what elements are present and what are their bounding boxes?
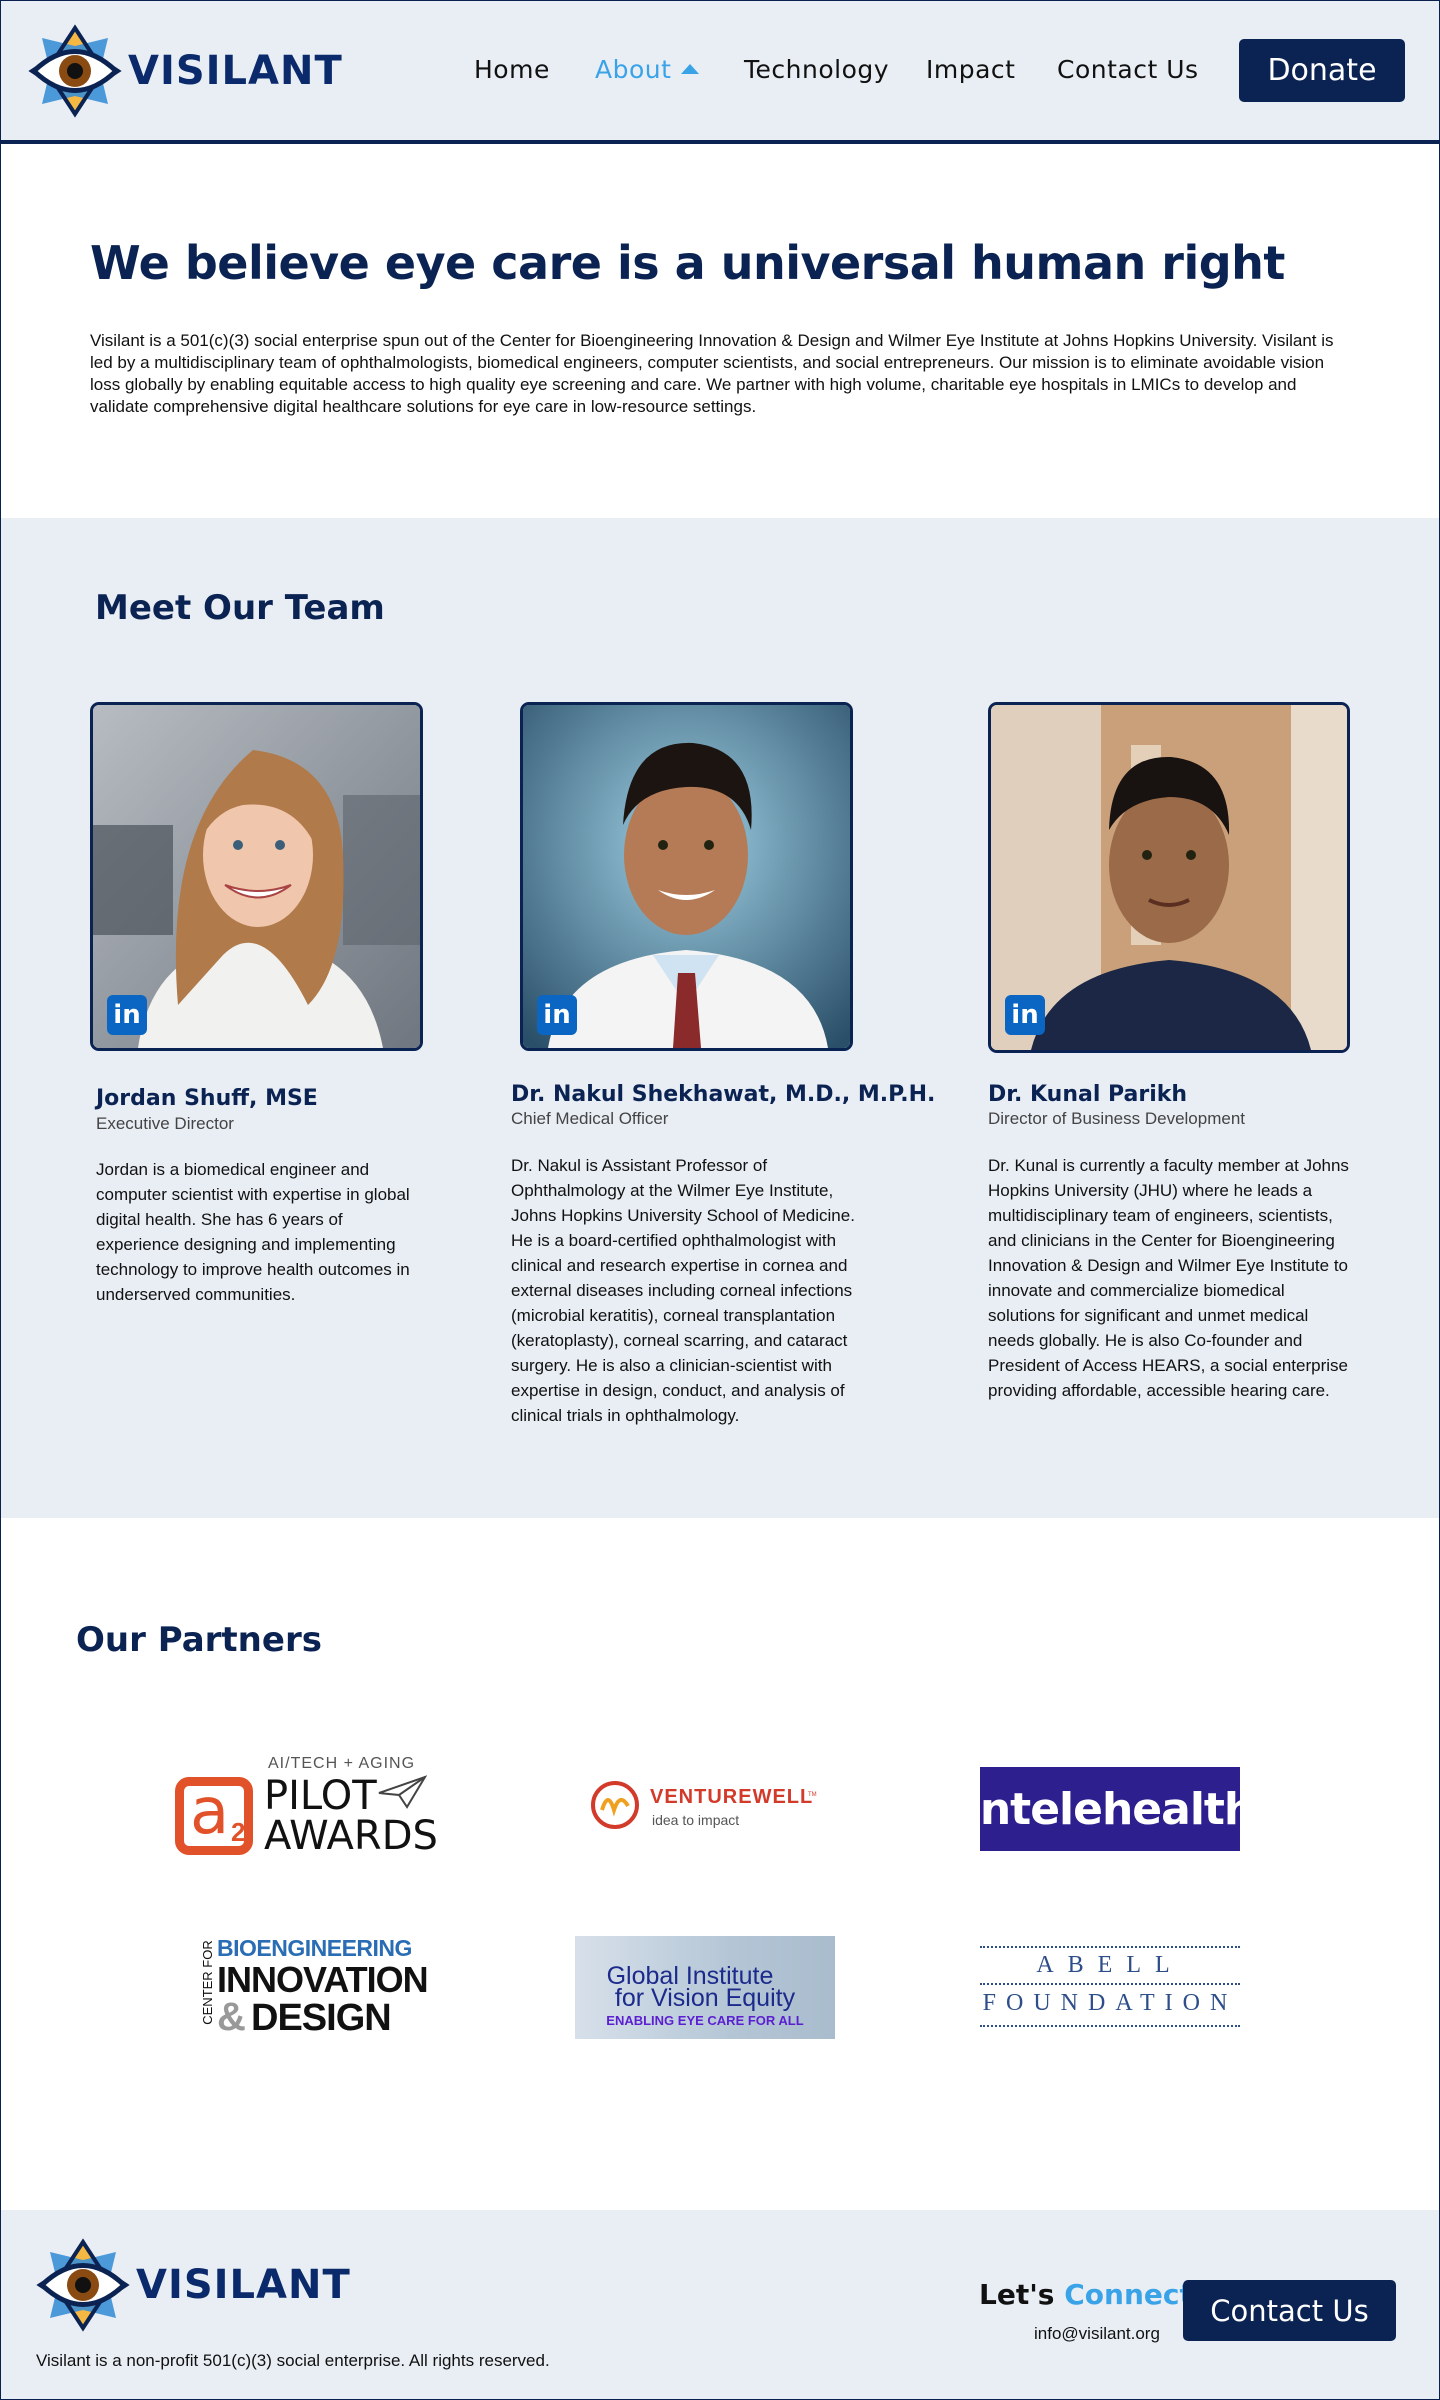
give-tagline: ENABLING EYE CARE FOR ALL xyxy=(606,2013,804,2028)
give-line2: for Vision Equity xyxy=(614,1984,796,2012)
a2-awards: AWARDS xyxy=(264,1813,438,1859)
partner-venturewell[interactable]: VENTUREWELL TM idea to impact xyxy=(590,1780,830,1832)
nav-about-label: About xyxy=(595,55,672,84)
logo-wordmark: VISILANT xyxy=(136,2262,351,2308)
partner-intelehealth[interactable]: intelehealth xyxy=(966,1767,1255,1851)
cbid-ampersand: & xyxy=(217,1995,246,2039)
abell-rule-mid xyxy=(980,1983,1240,1985)
team-title: Meet Our Team xyxy=(95,588,385,628)
member-bio: Dr. Nakul is Assistant Professor of Opht… xyxy=(511,1156,855,1425)
venturewell-name: VENTUREWELL xyxy=(650,1786,814,1808)
paper-plane-icon xyxy=(378,1775,427,1809)
member-name: Dr. Nakul Shekhawat, M.D., M.P.H. xyxy=(511,1082,936,1107)
contact-email[interactable]: info@visilant.org xyxy=(1034,2324,1160,2344)
nav-impact[interactable]: Impact xyxy=(926,55,1015,84)
venturewell-tm: TM xyxy=(808,1792,817,1798)
team-photo-jordan: in xyxy=(90,702,423,1051)
partners-title: Our Partners xyxy=(76,1620,322,1660)
site-header: VISILANT Home About Technology Impact Co… xyxy=(0,0,1440,144)
footer-logo[interactable]: VISILANT xyxy=(36,2238,351,2332)
abell-rule-bottom xyxy=(980,2025,1240,2027)
member-role: Director of Business Development xyxy=(988,1109,1246,1128)
cbid-design: DESIGN xyxy=(251,1997,392,2039)
venturewell-tagline: idea to impact xyxy=(652,1812,740,1828)
cbid-side-label: CENTER FOR xyxy=(199,1940,215,2025)
cbid-bioengineering: BIOENGINEERING xyxy=(217,1935,412,1961)
member-name: Jordan Shuff, MSE xyxy=(96,1086,318,1111)
logo-wordmark: VISILANT xyxy=(128,48,343,94)
team-photo-kunal: in xyxy=(988,702,1350,1053)
copyright-text: Visilant is a non-profit 501(c)(3) socia… xyxy=(36,2351,550,2370)
nav-about[interactable]: About xyxy=(595,55,700,84)
abell-rule-top xyxy=(980,1946,1240,1948)
a2-letter-a: a xyxy=(190,1775,230,1849)
contact-us-button[interactable]: Contact Us xyxy=(1183,2280,1396,2341)
member-role: Executive Director xyxy=(96,1114,234,1133)
page-headline: We believe eye care is a universal human… xyxy=(90,236,1285,290)
abell-line1: ABELL xyxy=(1036,1952,1184,1978)
a2-subscript: 2 xyxy=(231,1817,246,1847)
a2-tagline: AI/TECH + AGING xyxy=(268,1755,416,1772)
member-name: Dr. Kunal Parikh xyxy=(988,1082,1188,1107)
caret-up-icon xyxy=(681,64,700,74)
cbid-innovation: INNOVATION xyxy=(217,1959,429,2000)
nav-contact[interactable]: Contact Us xyxy=(1057,55,1199,84)
eye-logo-icon xyxy=(28,24,122,118)
team-photo-nakul: in xyxy=(520,702,853,1051)
partner-give[interactable]: Global Institute for Vision Equity ENABL… xyxy=(575,1936,835,2039)
abell-line2: FOUNDATION xyxy=(982,1990,1238,2016)
team-section: Meet Our Team in Jordan Shuff, MSE Execu… xyxy=(0,518,1440,1518)
linkedin-icon[interactable]: in xyxy=(107,995,147,1035)
linkedin-icon[interactable]: in xyxy=(537,995,577,1035)
linkedin-icon[interactable]: in xyxy=(1005,995,1045,1035)
partner-cbid[interactable]: CENTER FOR BIOENGINEERING INNOVATION & D… xyxy=(195,1935,429,2040)
nav-technology[interactable]: Technology xyxy=(744,55,889,84)
partner-abell-foundation[interactable]: ABELL FOUNDATION xyxy=(980,1946,1240,2028)
donate-button[interactable]: Donate xyxy=(1239,39,1405,102)
venturewell-swirl-icon xyxy=(591,1781,639,1829)
member-role: Chief Medical Officer xyxy=(511,1109,669,1128)
intelehealth-name: intelehealth xyxy=(965,1783,1256,1835)
lets-label: Let's xyxy=(979,2278,1055,2311)
member-bio: Jordan is a biomedical engineer and comp… xyxy=(96,1160,410,1304)
nav-home[interactable]: Home xyxy=(474,55,550,84)
member-bio: Dr. Kunal is currently a faculty member … xyxy=(988,1156,1349,1400)
partner-a2-pilot-awards[interactable]: AI/TECH + AGING a 2 PILOT AWARDS xyxy=(172,1755,438,1859)
intro-paragraph: Visilant is a 501(c)(3) social enterpris… xyxy=(90,331,1334,416)
lets-connect: Let's Connect! xyxy=(979,2278,1206,2311)
visilant-logo[interactable]: VISILANT xyxy=(28,24,343,118)
eye-logo-icon xyxy=(36,2238,130,2332)
site-footer: VISILANT Visilant is a non-profit 501(c)… xyxy=(0,2210,1440,2400)
